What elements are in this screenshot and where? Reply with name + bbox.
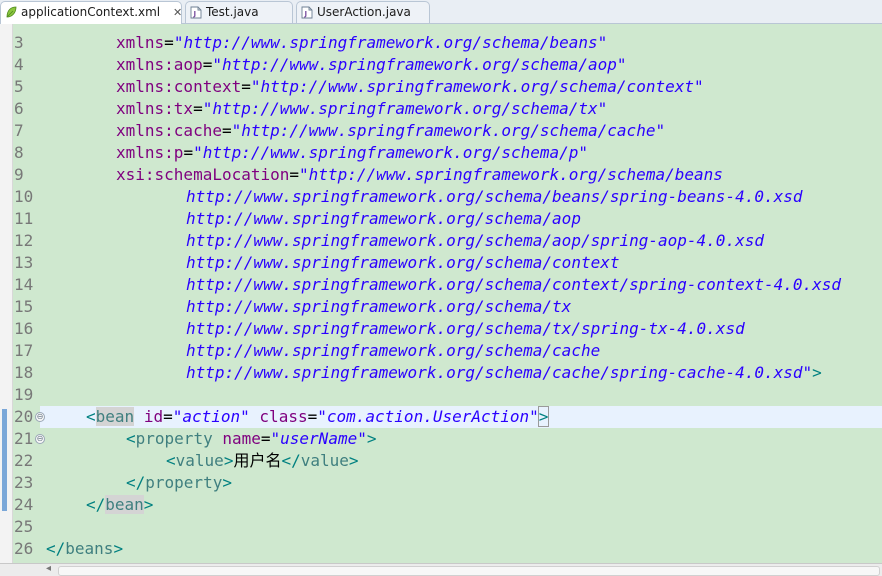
line-number: 24 — [14, 495, 34, 514]
line-number: 7 — [14, 121, 24, 140]
java-file-icon: J — [301, 6, 313, 19]
line-number: 14 — [14, 275, 34, 294]
line-number: 22 — [14, 451, 34, 470]
line-number: 10 — [14, 187, 34, 206]
code-text: http://www.springframework.org/schema/ao… — [186, 231, 764, 250]
code-line-12: 12 http://www.springframework.org/schema… — [0, 230, 882, 252]
code-text: xmlns:context="http://www.springframewor… — [116, 77, 704, 96]
code-line-6: 6 xmlns:tx="http://www.springframework.o… — [0, 98, 882, 120]
code-text: <value>用户名</value> — [166, 451, 359, 470]
tab-label: Test.java — [206, 5, 259, 19]
code-line-5: 5 xmlns:context="http://www.springframew… — [0, 76, 882, 98]
line-number: 4 — [14, 55, 24, 74]
svg-text:J: J — [304, 10, 308, 18]
code-text: http://www.springframework.org/schema/co… — [186, 253, 620, 272]
code-text: http://www.springframework.org/schema/ca… — [186, 363, 822, 382]
xml-editor[interactable]: 3 xmlns="http://www.springframework.org/… — [0, 24, 882, 563]
line-number: 16 — [14, 319, 34, 338]
line-number: 17 — [14, 341, 34, 360]
code-line-9: 9 xsi:schemaLocation="http://www.springf… — [0, 164, 882, 186]
code-text: </beans> — [46, 539, 124, 558]
code-text: </property> — [126, 473, 232, 492]
editor-tab-bar: applicationContext.xml ✕ J Test.java J U… — [0, 0, 882, 24]
horizontal-scrollbar[interactable]: ◂ — [0, 563, 882, 576]
code-line-3: 3 xmlns="http://www.springframework.org/… — [0, 32, 882, 54]
code-line-20: 20 ⊖ <bean id="action" class="com.action… — [0, 406, 882, 428]
code-text: <bean id="action" class="com.action.User… — [86, 406, 550, 427]
tab-application-context-xml[interactable]: applicationContext.xml ✕ — [0, 1, 182, 24]
java-file-icon: J — [190, 6, 202, 19]
code-line-14: 14 http://www.springframework.org/schema… — [0, 274, 882, 296]
code-line-16: 16 http://www.springframework.org/schema… — [0, 318, 882, 340]
code-text: http://www.springframework.org/schema/be… — [186, 187, 803, 206]
xml-file-icon — [6, 6, 17, 18]
line-number: 25 — [14, 517, 34, 536]
code-text: xmlns:aop="http://www.springframework.or… — [116, 55, 627, 74]
code-text: http://www.springframework.org/schema/ao… — [186, 209, 581, 228]
scroll-left-icon[interactable]: ◂ — [46, 563, 51, 574]
tab-test-java[interactable]: J Test.java — [185, 1, 293, 23]
line-number: 19 — [14, 385, 34, 404]
code-line-21: 21 ⊖ <property name="userName"> — [0, 428, 882, 450]
line-number: 6 — [14, 99, 24, 118]
code-line-26: 26 </beans> — [0, 538, 882, 560]
line-number: 11 — [14, 209, 34, 228]
code-text: xmlns:p="http://www.springframework.org/… — [116, 143, 589, 162]
code-text: <property name="userName"> — [126, 429, 377, 448]
code-text: http://www.springframework.org/schema/tx — [186, 297, 572, 316]
code-line-25: 25 — [0, 516, 882, 538]
tab-label: UserAction.java — [317, 5, 411, 19]
line-number: 26 — [14, 539, 34, 558]
line-number: 18 — [14, 363, 34, 382]
line-number: 9 — [14, 165, 24, 184]
code-line-8: 8 xmlns:p="http://www.springframework.or… — [0, 142, 882, 164]
code-line-10: 10 http://www.springframework.org/schema… — [0, 186, 882, 208]
line-number: 8 — [14, 143, 24, 162]
code-text: xmlns:cache="http://www.springframework.… — [116, 121, 666, 140]
tab-label: applicationContext.xml — [21, 5, 161, 19]
code-line-24: 24 </bean> — [0, 494, 882, 516]
code-line-18: 18 http://www.springframework.org/schema… — [0, 362, 882, 384]
line-number: 15 — [14, 297, 34, 316]
code-line-4: 4 xmlns:aop="http://www.springframework.… — [0, 54, 882, 76]
code-line-15: 15 http://www.springframework.org/schema… — [0, 296, 882, 318]
code-line-22: 22 <value>用户名</value> — [0, 450, 882, 472]
code-line-23: 23 </property> — [0, 472, 882, 494]
code-line-17: 17 http://www.springframework.org/schema… — [0, 340, 882, 362]
code-text: </bean> — [86, 495, 154, 514]
svg-text:J: J — [193, 10, 197, 18]
line-number: 13 — [14, 253, 34, 272]
line-number: 3 — [14, 33, 24, 52]
code-line-19: 19 — [0, 384, 882, 406]
code-text: http://www.springframework.org/schema/ca… — [186, 341, 601, 360]
tab-user-action-java[interactable]: J UserAction.java — [296, 1, 430, 23]
line-number: 12 — [14, 231, 34, 250]
line-number: 5 — [14, 77, 24, 96]
collapse-fold-icon[interactable]: ⊖ — [35, 412, 45, 422]
code-text: xmlns:tx="http://www.springframework.org… — [116, 99, 608, 118]
code-line-13: 13 http://www.springframework.org/schema… — [0, 252, 882, 274]
line-number: 23 — [14, 473, 34, 492]
close-tab-icon[interactable]: ✕ — [173, 2, 182, 23]
code-text: http://www.springframework.org/schema/co… — [186, 275, 842, 294]
code-line-7: 7 xmlns:cache="http://www.springframewor… — [0, 120, 882, 142]
code-line-11: 11 http://www.springframework.org/schema… — [0, 208, 882, 230]
code-text: xmlns="http://www.springframework.org/sc… — [116, 33, 608, 52]
collapse-fold-icon[interactable]: ⊖ — [35, 434, 45, 444]
code-text: http://www.springframework.org/schema/tx… — [186, 319, 745, 338]
code-text: xsi:schemaLocation="http://www.springfra… — [116, 165, 723, 184]
